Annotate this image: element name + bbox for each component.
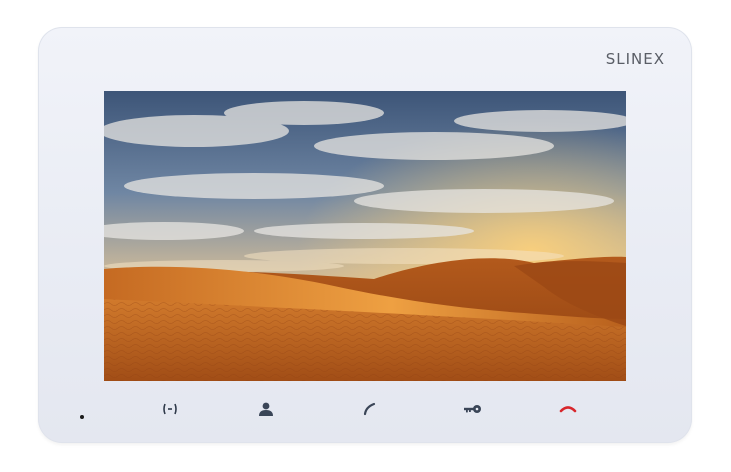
monitor-button[interactable] xyxy=(157,396,183,422)
monitor-icon xyxy=(163,403,177,415)
hangup-icon xyxy=(559,406,577,413)
unlock-button[interactable] xyxy=(459,396,485,422)
hangup-button[interactable] xyxy=(555,396,581,422)
user-button[interactable] xyxy=(253,396,279,422)
handset-icon xyxy=(363,402,376,416)
brand-logo: SLINEX xyxy=(605,50,665,68)
microphone-hole xyxy=(80,415,84,419)
key-icon xyxy=(464,405,481,413)
display-screen xyxy=(104,91,626,381)
desert-wallpaper xyxy=(104,91,626,381)
call-button[interactable] xyxy=(357,396,383,422)
user-icon xyxy=(259,402,273,416)
